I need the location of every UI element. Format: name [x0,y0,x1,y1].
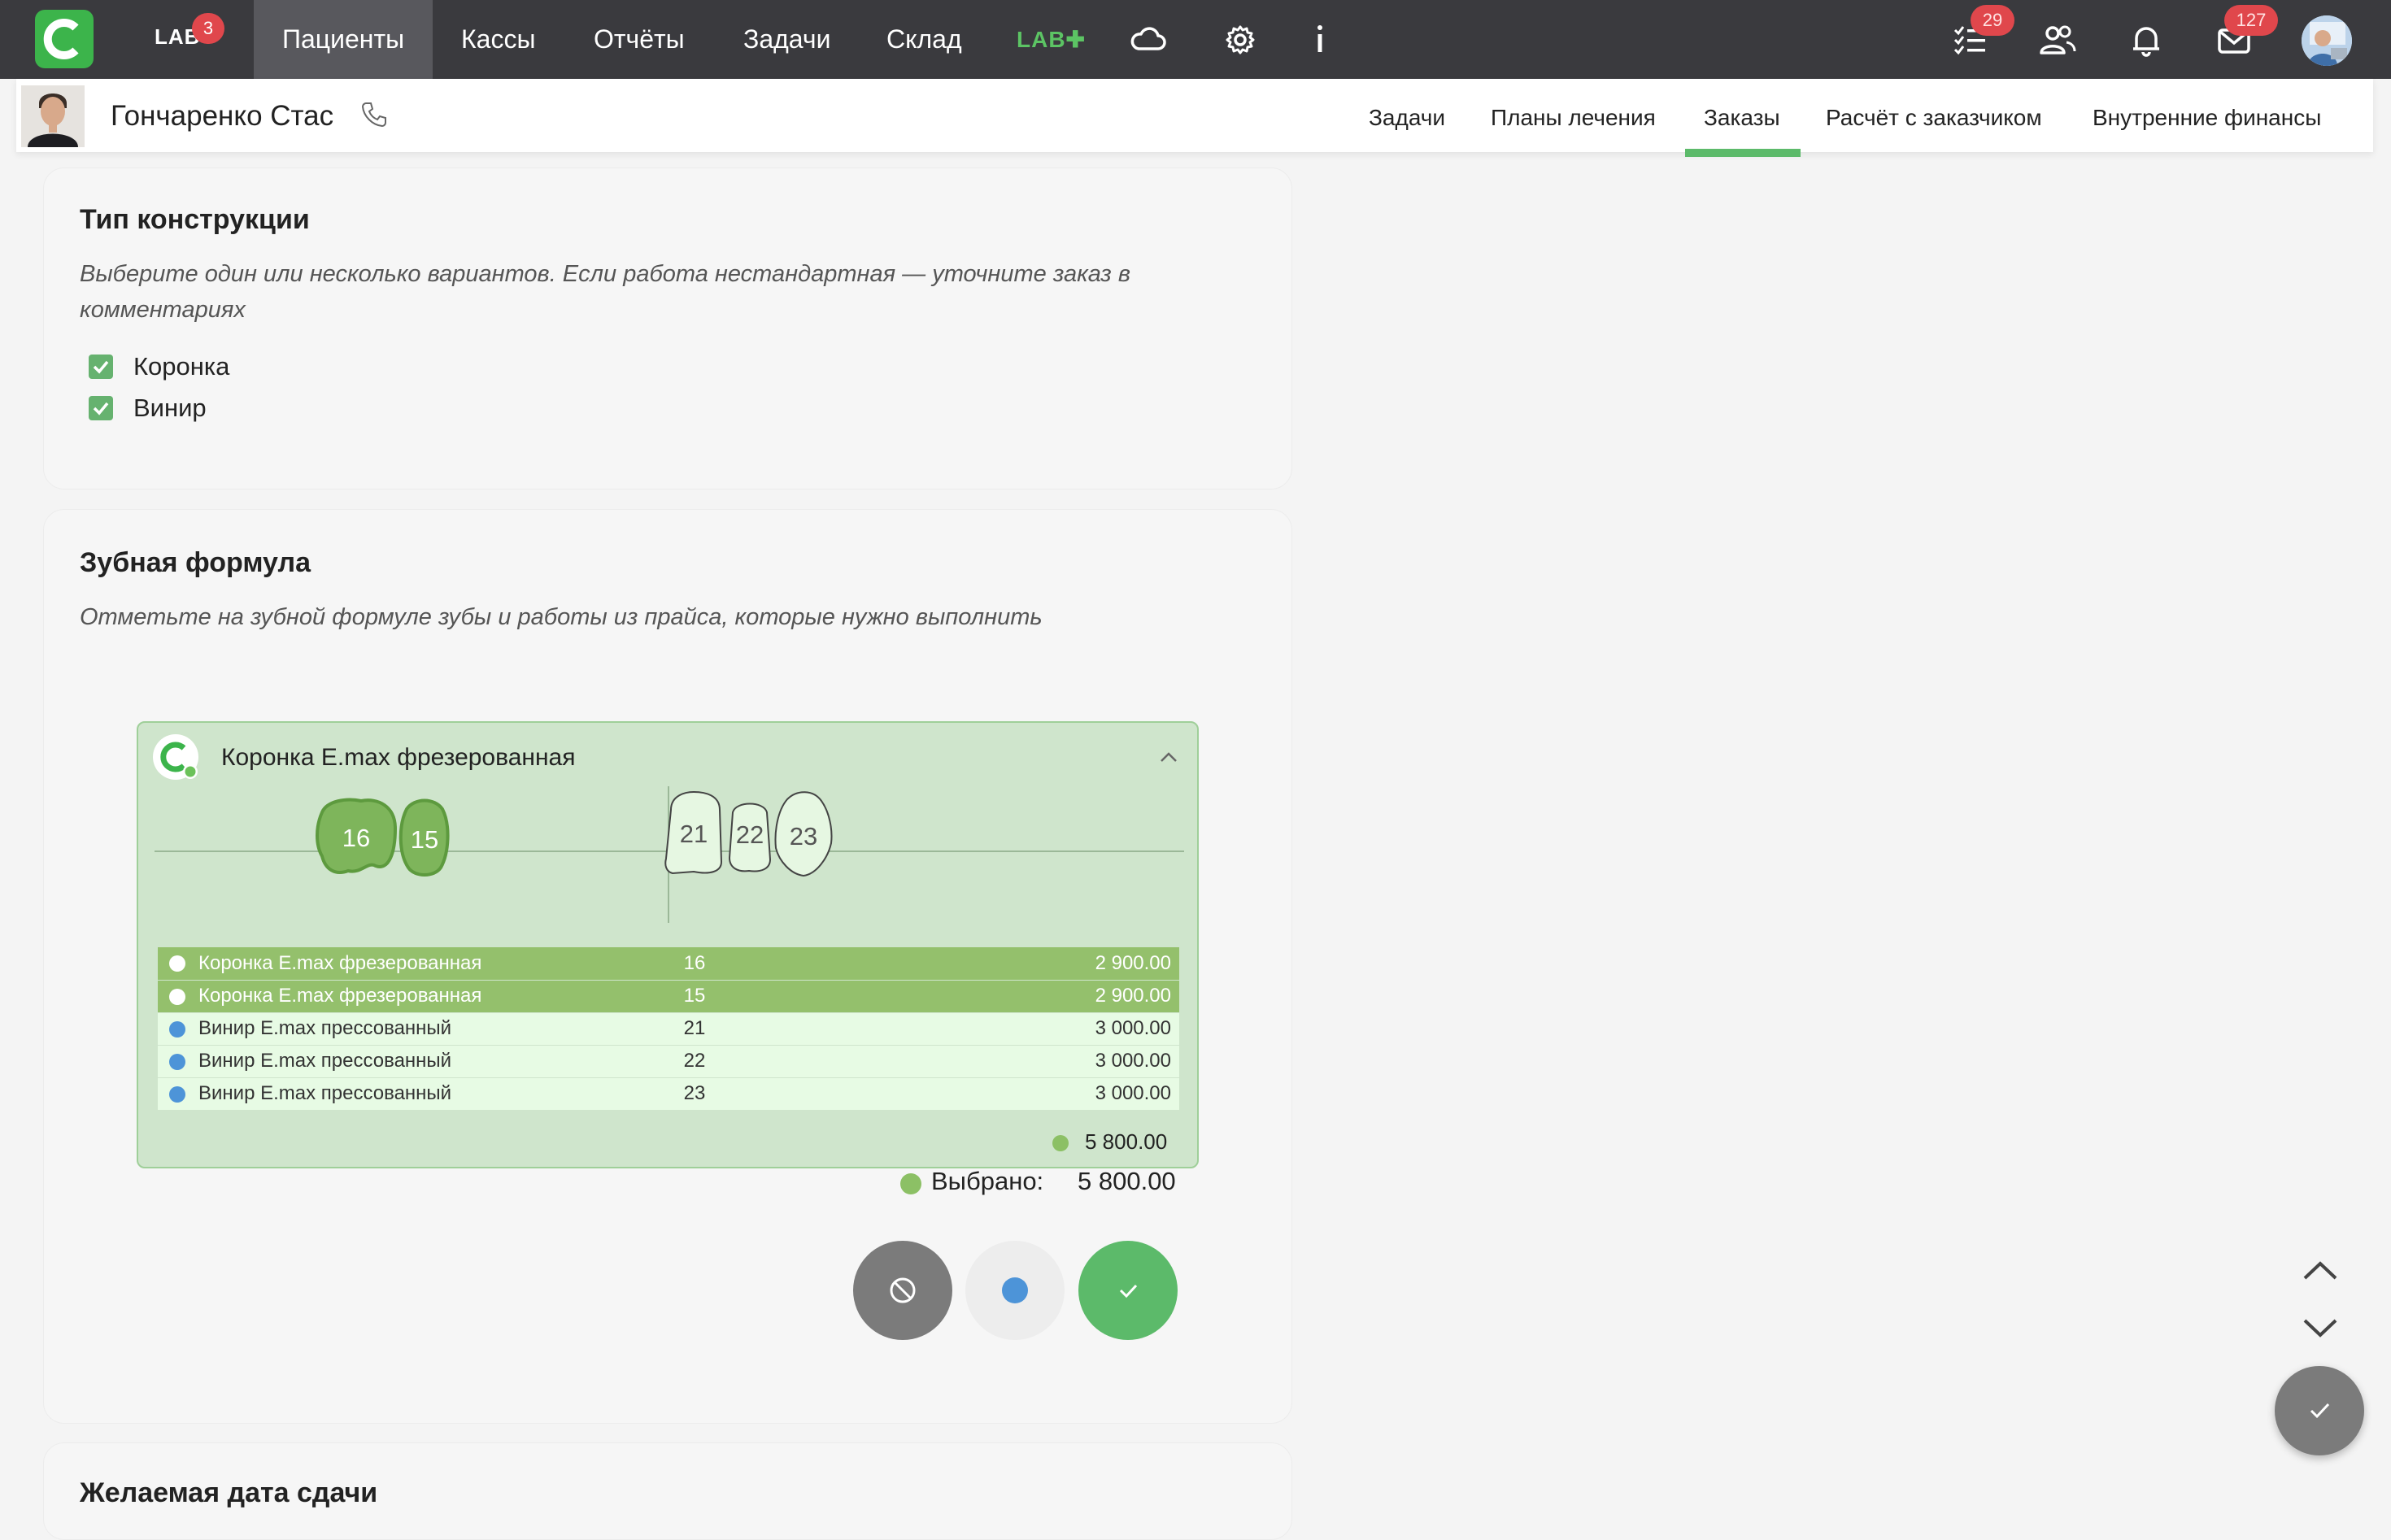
scroll-up-icon[interactable] [2300,1254,2341,1286]
tooth-22[interactable]: 22 [725,798,775,874]
tab-orders[interactable]: Заказы [1704,105,1780,131]
messages-badge: 127 [2224,5,2278,36]
construction-title: Тип конструкции [80,204,310,235]
users-icon[interactable] [2037,20,2078,60]
tooth-16-label: 16 [342,824,370,852]
tasks-badge: 29 [1971,5,2014,36]
row-status-dot [169,1020,185,1038]
construction-description: Выберите один или несколько вариантов. Е… [80,261,1130,323]
row-service-name: Винир E.max прессованный [198,1017,452,1039]
checkbox-veneer[interactable] [89,396,113,420]
row-tooth: 23 [613,1077,776,1111]
top-navigation: LAB 3 Пациенты Кассы Отчёты Задачи Склад… [0,0,2391,79]
check-icon [1119,1284,1138,1299]
blue-dot-icon [1002,1277,1028,1303]
table-row[interactable]: Коронка E.max фрезерованная 16 2 900.00 [158,947,1179,981]
row-tooth: 22 [613,1045,776,1078]
total-dot [1052,1135,1069,1152]
tooth-22-label: 22 [736,820,764,849]
row-tooth: 15 [613,980,776,1013]
row-price: 2 900.00 [776,947,1179,981]
app-logo[interactable] [35,10,94,68]
nav-item-tasks[interactable]: Задачи [715,0,859,79]
user-avatar[interactable] [2302,15,2352,66]
tab-tasks[interactable]: Задачи [1369,105,1445,131]
cloud-icon[interactable] [1128,20,1169,60]
floating-save-button[interactable] [2275,1366,2364,1455]
nav-item-cashboxes[interactable]: Кассы [433,0,564,79]
option-crown-label: Коронка [133,352,230,381]
selected-label: Выбрано: [931,1167,1044,1195]
phone-icon[interactable] [358,98,390,131]
checkbox-crown[interactable] [89,355,113,379]
active-tab-indicator [1685,149,1801,157]
construction-type-card: Тип конструкции Выберите один или нескол… [43,167,1292,489]
bell-icon[interactable] [2126,20,2167,60]
row-status-dot [169,1085,185,1103]
row-service-name: Винир E.max прессованный [198,1050,452,1072]
row-price: 3 000.00 [776,1012,1179,1046]
selected-value: 5 800.00 [1078,1167,1176,1195]
tab-customer-settlement[interactable]: Расчёт с заказчиком [1826,105,2042,131]
panel-total-value: 5 800.00 [1085,1129,1168,1154]
service-panel-title: Коронка E.max фрезерованная [221,744,576,771]
lab-badge: 3 [192,13,224,44]
cancel-button[interactable] [853,1241,952,1340]
nav-item-reports[interactable]: Отчёты [565,0,713,79]
due-date-card: Желаемая дата сдачи [43,1442,1292,1540]
row-status-dot [169,955,185,972]
chevron-up-icon[interactable] [1156,747,1181,767]
row-service-name: Коронка E.max фрезерованная [198,951,482,974]
tooth-16[interactable]: 16 [311,796,400,881]
tab-treatment-plans[interactable]: Планы лечения [1491,105,1656,131]
row-service-name: Коронка E.max фрезерованная [198,985,482,1007]
table-row[interactable]: Винир E.max прессованный 21 3 000.00 [158,1012,1179,1046]
services-table: Коронка E.max фрезерованная 16 2 900.00 … [158,947,1179,1111]
patient-photo [21,85,85,147]
row-status-dot [169,988,185,1005]
formula-description: Отметьте на зубной формуле зубы и работы… [80,604,1043,630]
panel-total: 5 800.00 [1052,1129,1167,1155]
table-row[interactable]: Винир E.max прессованный 22 3 000.00 [158,1045,1179,1078]
row-tooth: 16 [613,947,776,981]
row-price: 2 900.00 [776,980,1179,1013]
tooth-21[interactable]: 21 [661,790,726,877]
tab-internal-finances[interactable]: Внутренние финансы [2093,105,2321,131]
patient-header: Гончаренко Стас Задачи Планы лечения Зак… [16,79,2373,152]
nav-item-patients[interactable]: Пациенты [254,0,433,79]
tooth-23[interactable]: 23 [771,790,836,879]
row-status-dot [169,1053,185,1070]
mark-blue-button[interactable] [965,1241,1065,1340]
row-tooth: 21 [613,1012,776,1046]
row-price: 3 000.00 [776,1045,1179,1078]
table-row[interactable]: Коронка E.max фрезерованная 15 2 900.00 [158,980,1179,1013]
service-panel: Коронка E.max фрезерованная 16 15 21 22 [137,721,1199,1168]
check-icon [2310,1403,2330,1419]
row-price: 3 000.00 [776,1077,1179,1111]
service-logo-icon [153,734,198,780]
patient-name: Гончаренко Стас [111,100,334,132]
due-date-title: Желаемая дата сдачи [80,1477,378,1508]
info-icon[interactable] [1300,20,1340,60]
tooth-15[interactable]: 15 [395,796,454,882]
selected-dot [900,1173,921,1194]
formula-title: Зубная формула [80,547,311,578]
nav-item-warehouse[interactable]: Склад [858,0,991,79]
gear-icon[interactable] [1220,20,1261,60]
table-row[interactable]: Винир E.max прессованный 23 3 000.00 [158,1077,1179,1111]
confirm-button[interactable] [1078,1241,1178,1340]
block-icon [890,1277,916,1303]
tooth-23-label: 23 [790,822,817,850]
nav-labplus[interactable]: LAB✚ [1017,26,1086,53]
tooth-21-label: 21 [680,820,708,848]
option-veneer-label: Винир [133,394,207,422]
tooth-15-label: 15 [411,825,438,854]
row-service-name: Винир E.max прессованный [198,1082,452,1104]
scroll-down-icon[interactable] [2300,1312,2341,1345]
